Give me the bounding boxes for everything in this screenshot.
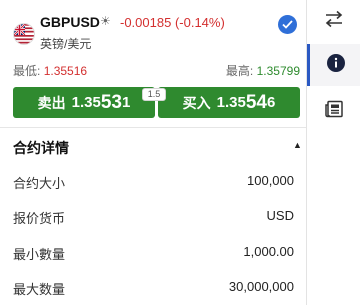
low-value: 1.35516 xyxy=(43,64,88,78)
low-label: 最低: xyxy=(13,64,41,78)
info-button[interactable] xyxy=(307,44,360,86)
symbol-header: GBPUSD ☀ -0.00185 (-0.14%) 英镑/美元 xyxy=(0,0,306,56)
detail-value: 100,000 xyxy=(247,173,294,188)
daily-low: 最低: 1.35516 xyxy=(13,62,87,79)
sell-price-suffix: 1 xyxy=(122,94,131,111)
swap-button[interactable] xyxy=(307,0,360,42)
detail-label: 最大数量 xyxy=(13,282,66,297)
sell-label: 卖出 xyxy=(37,94,66,111)
sell-button[interactable]: 卖出 1.35 53 1 xyxy=(13,87,155,118)
high-value: 1.35799 xyxy=(256,64,300,78)
section-divider xyxy=(0,127,306,128)
flag-icon xyxy=(13,23,35,45)
contract-details-title[interactable]: 合约详情 xyxy=(13,138,69,158)
buy-button[interactable]: 买入 1.35 54 6 xyxy=(158,87,300,118)
collapse-caret-icon[interactable]: ▲ xyxy=(293,140,302,150)
buy-label: 买入 xyxy=(182,94,211,111)
price-change-percent: (-0.14%) xyxy=(174,15,225,30)
high-label: 最高: xyxy=(225,64,254,78)
symbol-name: GBPUSD xyxy=(40,14,100,30)
buy-price-prefix: 1.35 xyxy=(216,94,246,111)
detail-row: 合约大小 100,000 xyxy=(0,166,306,195)
swap-arrows-icon xyxy=(324,10,344,33)
detail-row: 最大数量 30,000,000 xyxy=(0,272,306,301)
news-button[interactable] xyxy=(307,90,360,132)
buy-price-suffix: 6 xyxy=(267,94,276,111)
news-icon xyxy=(324,99,344,124)
market-open-sun-icon: ☀ xyxy=(100,14,111,28)
daily-high: 最高: 1.35799 xyxy=(226,62,300,79)
detail-value: 1,000.00 xyxy=(243,244,294,259)
detail-value: 30,000,000 xyxy=(228,279,294,294)
detail-row: 报价货币 USD xyxy=(0,201,306,230)
detail-row: 最小數量 1,000.00 xyxy=(0,237,306,266)
spread-badge: 1.5 xyxy=(142,88,166,101)
favorite-check-icon[interactable] xyxy=(278,15,297,34)
symbol-info-panel: GBPUSD ☀ -0.00185 (-0.14%) 英镑/美元 最低: 1.3… xyxy=(0,0,306,305)
info-icon xyxy=(326,53,346,78)
symbol-description: 英镑/美元 xyxy=(40,37,92,51)
price-change: -0.00185 (-0.14%) xyxy=(120,15,225,30)
detail-label: 最小數量 xyxy=(13,247,66,262)
detail-value: USD xyxy=(266,208,294,223)
price-change-value: -0.00185 xyxy=(120,15,172,30)
detail-label: 报价货币 xyxy=(13,211,66,226)
sell-price-pips: 53 xyxy=(100,91,122,113)
sell-price-prefix: 1.35 xyxy=(71,94,101,111)
detail-label: 合约大小 xyxy=(13,176,66,191)
buy-price-pips: 54 xyxy=(245,91,267,113)
side-toolbar xyxy=(306,0,360,305)
